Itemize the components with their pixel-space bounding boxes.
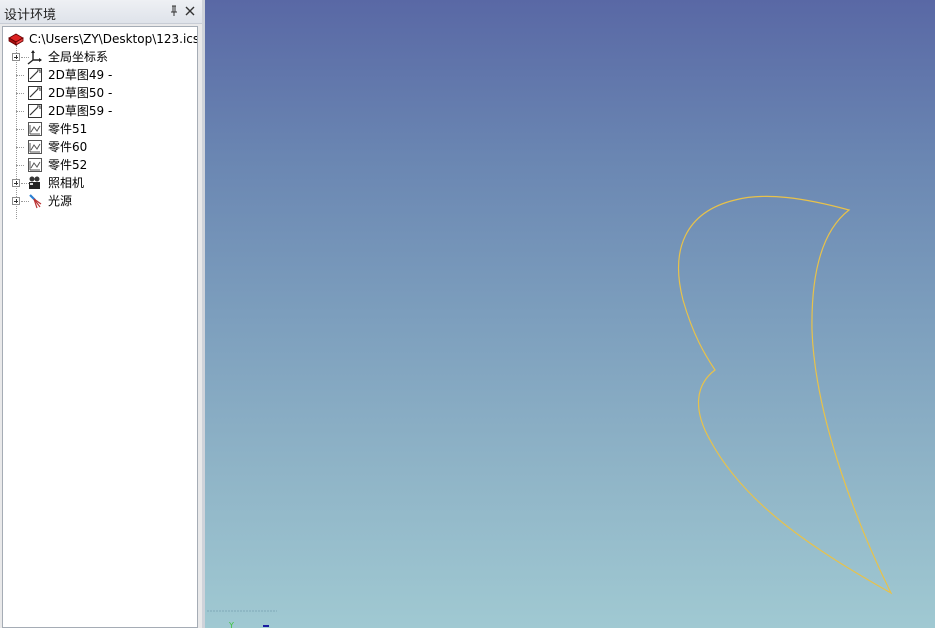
axis-y-label: Y: [228, 621, 234, 628]
profile-curve: [678, 195, 893, 595]
tree-item-global-coordinates[interactable]: 全局坐标系: [3, 48, 197, 66]
viewport-canvas: Y: [207, 195, 893, 628]
part-icon: [27, 157, 43, 173]
tree-root-label: C:\Users\ZY\Desktop\123.ics: [29, 32, 198, 46]
expand-icon[interactable]: [12, 53, 20, 61]
tree-item-label: 照相机: [48, 176, 85, 190]
tree-item-part-51[interactable]: 零件51: [3, 120, 197, 138]
sketch-icon: [27, 67, 43, 83]
light-icon: [27, 193, 43, 209]
tree-item-light[interactable]: 光源: [3, 192, 197, 210]
tree-item-sketch-49[interactable]: 2D草图49 -: [3, 66, 197, 84]
tree-item-label: 2D草图59 -: [48, 104, 113, 118]
tree-item-part-52[interactable]: 零件52: [3, 156, 197, 174]
tree-item-sketch-50[interactable]: 2D草图50 -: [3, 84, 197, 102]
tree-item-label: 2D草图50 -: [48, 86, 113, 100]
tree-item-label: 零件51: [48, 122, 88, 136]
tree-item-label: 零件60: [48, 140, 88, 154]
pin-icon[interactable]: [166, 3, 182, 19]
sketch-icon: [27, 85, 43, 101]
camera-icon: [27, 175, 43, 191]
tree-item-label: 全局坐标系: [48, 50, 109, 64]
tree-item-part-60[interactable]: 零件60: [3, 138, 197, 156]
axes-icon: [27, 49, 43, 65]
sketch-icon: [27, 103, 43, 119]
tree-item-label: 零件52: [48, 158, 88, 172]
tree-root[interactable]: C:\Users\ZY\Desktop\123.ics: [3, 30, 197, 48]
tree-item-label: 光源: [48, 194, 73, 208]
document-root-icon: [7, 31, 24, 47]
part-icon: [27, 139, 43, 155]
close-icon[interactable]: [182, 3, 198, 19]
tree-item-label: 2D草图49 -: [48, 68, 113, 82]
expand-icon[interactable]: [12, 179, 20, 187]
expand-icon[interactable]: [12, 197, 20, 205]
3d-viewport[interactable]: Y: [205, 0, 935, 628]
design-environment-panel: 设计环境 C:\Users\ZY\Desktop\123.ics 全局坐标系 2…: [0, 0, 202, 628]
model-tree: C:\Users\ZY\Desktop\123.ics 全局坐标系 2D草图49…: [2, 26, 198, 628]
tree-item-sketch-59[interactable]: 2D草图59 -: [3, 102, 197, 120]
panel-title: 设计环境: [4, 8, 57, 23]
part-icon: [27, 121, 43, 137]
panel-header: 设计环境: [0, 0, 202, 24]
tree-item-camera[interactable]: 照相机: [3, 174, 197, 192]
